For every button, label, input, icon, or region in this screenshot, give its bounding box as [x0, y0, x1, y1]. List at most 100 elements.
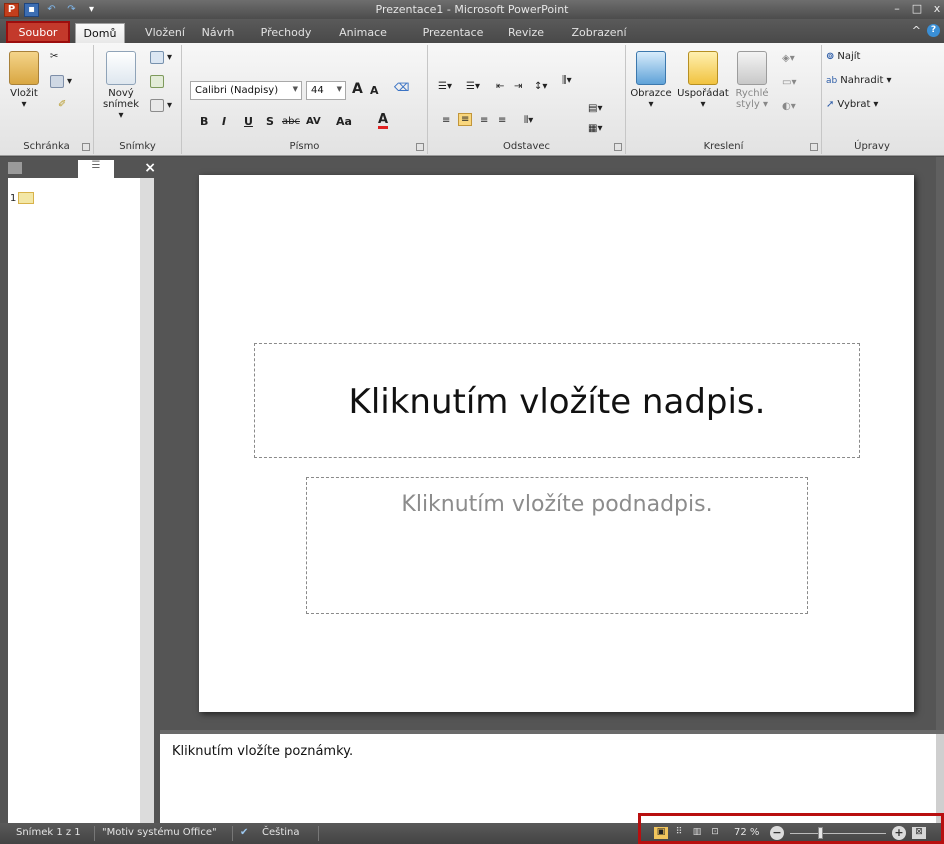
spell-check-icon[interactable]: ✔	[240, 827, 248, 838]
notes-placeholder[interactable]: Kliknutím vložíte poznámky.	[172, 744, 353, 759]
format-painter-button[interactable]: ✐	[58, 99, 66, 110]
shape-fill-icon[interactable]: ◈▾	[782, 53, 795, 64]
normal-view-icon[interactable]: ▣	[654, 827, 668, 839]
shape-outline-icon[interactable]: ▭▾	[782, 77, 796, 88]
tab-design[interactable]: Návrh	[198, 23, 238, 43]
slide[interactable]: Kliknutím vložíte nadpis. Kliknutím vlož…	[199, 175, 914, 712]
tab-home[interactable]: Domů	[75, 23, 125, 43]
paste-button[interactable]: Vložit ▾	[6, 51, 42, 110]
strikethrough-button[interactable]: abc	[282, 116, 300, 127]
group-editing: ⊚ Najít ab Nahradit ▾ ➚ Vybrat ▾ Úpravy	[822, 45, 922, 154]
zoom-slider[interactable]	[790, 833, 886, 834]
underline-button[interactable]: U	[244, 115, 253, 128]
tab-review[interactable]: Revize	[504, 23, 548, 43]
slide-thumbnail-list[interactable]: 1	[8, 178, 140, 823]
help-icon[interactable]: ?	[927, 24, 940, 37]
text-direction-icon[interactable]: ⫼▾	[562, 75, 572, 86]
language[interactable]: Čeština	[262, 827, 300, 838]
tab-transitions[interactable]: Přechody	[254, 23, 318, 43]
tab-file[interactable]: Soubor	[6, 21, 70, 43]
reset-button[interactable]	[150, 75, 164, 88]
shadow-button[interactable]: S	[266, 115, 274, 128]
slide-thumbnail-image	[18, 192, 35, 204]
close-button[interactable]: x	[930, 2, 944, 15]
find-button[interactable]: ⊚ Najít	[826, 51, 860, 62]
fit-to-window-icon[interactable]: ⊠	[912, 827, 926, 839]
change-case-button[interactable]: Aa	[336, 115, 352, 128]
arrange-button[interactable]: Uspořádat ▾	[676, 51, 730, 110]
line-spacing-icon[interactable]: ↕▾	[534, 81, 547, 92]
cut-button[interactable]: ✂	[50, 51, 58, 62]
smartart-icon[interactable]: ▦▾	[588, 123, 602, 134]
editing-group-label: Úpravy	[854, 141, 890, 152]
group-paragraph: ☰▾ ☰▾ ⇤ ⇥ ↕▾ ⫼▾ ≡ ≡ ≡ ≡ ⫴▾ ▤▾ ▦▾ Odstave…	[428, 45, 626, 154]
shapes-button[interactable]: Obrazce ▾	[628, 51, 674, 110]
zoom-slider-handle[interactable]	[818, 827, 823, 839]
new-slide-icon	[106, 51, 136, 85]
title-placeholder[interactable]: Kliknutím vložíte nadpis.	[254, 343, 860, 458]
zoom-in-icon[interactable]: +	[892, 826, 906, 840]
paragraph-launcher-icon[interactable]	[614, 143, 622, 151]
chevron-down-icon: ▼	[336, 85, 342, 93]
italic-button[interactable]: I	[222, 115, 226, 128]
layout-icon	[150, 51, 164, 64]
new-slide-button[interactable]: Nový snímek ▾	[100, 51, 142, 121]
slide-sorter-icon[interactable]: ⠿	[672, 827, 686, 839]
tab-animations[interactable]: Animace	[334, 23, 392, 43]
tab-insert[interactable]: Vložení	[140, 23, 190, 43]
close-panel-icon[interactable]: ×	[144, 160, 156, 176]
decrease-indent-icon[interactable]: ⇤	[496, 81, 504, 92]
align-text-icon[interactable]: ▤▾	[588, 103, 602, 114]
align-center-icon[interactable]: ≡	[458, 113, 473, 126]
restore-button[interactable]: □	[910, 2, 924, 15]
copy-button[interactable]: ▾	[50, 75, 72, 88]
layout-button[interactable]: ▾	[150, 51, 172, 64]
slides-tab-icon[interactable]	[8, 162, 22, 174]
justify-icon[interactable]: ≡	[498, 115, 506, 126]
font-size-combo[interactable]: 44 ▼	[306, 81, 346, 100]
reading-view-icon[interactable]: ▥	[690, 827, 704, 839]
collapse-ribbon-icon[interactable]: ^	[912, 24, 921, 37]
zoom-level[interactable]: 72 %	[734, 827, 759, 838]
align-left-icon[interactable]: ≡	[442, 115, 450, 126]
slide-thumbnail[interactable]: 1	[10, 192, 35, 204]
section-button[interactable]: ▾	[150, 99, 172, 112]
shrink-font-button[interactable]: A	[370, 84, 379, 97]
slide-editing-area: Kliknutím vložíte nadpis. Kliknutím vlož…	[160, 157, 944, 730]
bold-button[interactable]: B	[200, 115, 208, 128]
notes-pane[interactable]: Kliknutím vložíte poznámky.	[160, 730, 944, 827]
format-painter-icon: ✐	[58, 99, 67, 110]
quick-styles-button[interactable]: Rychlé styly ▾	[732, 51, 772, 110]
status-bar: Snímek 1 z 1 "Motiv systému Office" ✔ Če…	[0, 813, 944, 844]
grow-font-button[interactable]: A	[352, 81, 363, 97]
canvas-scrollbar[interactable]	[936, 157, 944, 730]
numbering-icon[interactable]: ☰▾	[466, 81, 480, 92]
replace-button[interactable]: ab Nahradit ▾	[826, 75, 892, 86]
chevron-down-icon: ▼	[292, 85, 298, 93]
drawing-launcher-icon[interactable]	[810, 143, 818, 151]
tab-slideshow[interactable]: Prezentace	[420, 23, 486, 43]
minimize-button[interactable]: –	[890, 2, 904, 15]
clear-formatting-icon[interactable]: ⌫	[394, 81, 410, 94]
columns-icon[interactable]: ⫴▾	[524, 115, 533, 126]
bullets-icon[interactable]: ☰▾	[438, 81, 452, 92]
font-name-combo[interactable]: Calibri (Nadpisy) ▼	[190, 81, 302, 100]
section-icon	[150, 99, 164, 112]
outline-tab-icon[interactable]: ☰	[78, 160, 114, 178]
increase-indent-icon[interactable]: ⇥	[514, 81, 522, 92]
panel-scrollbar[interactable]	[140, 178, 154, 823]
theme-name[interactable]: "Motiv systému Office"	[102, 827, 217, 838]
clipboard-launcher-icon[interactable]	[82, 143, 90, 151]
zoom-out-icon[interactable]: −	[770, 826, 784, 840]
shape-effects-icon[interactable]: ◐▾	[782, 101, 796, 112]
ribbon-tab-row: Soubor Domů Vložení Návrh Přechody Anima…	[0, 19, 944, 43]
reset-icon	[150, 75, 164, 88]
align-right-icon[interactable]: ≡	[480, 115, 488, 126]
subtitle-placeholder[interactable]: Kliknutím vložíte podnadpis.	[306, 477, 808, 614]
select-button[interactable]: ➚ Vybrat ▾	[826, 99, 878, 110]
font-color-button[interactable]: A	[378, 113, 389, 129]
slideshow-view-icon[interactable]: ⊡	[708, 827, 722, 839]
tab-view[interactable]: Zobrazení	[566, 23, 632, 43]
character-spacing-button[interactable]: AV	[306, 116, 321, 127]
font-launcher-icon[interactable]	[416, 143, 424, 151]
